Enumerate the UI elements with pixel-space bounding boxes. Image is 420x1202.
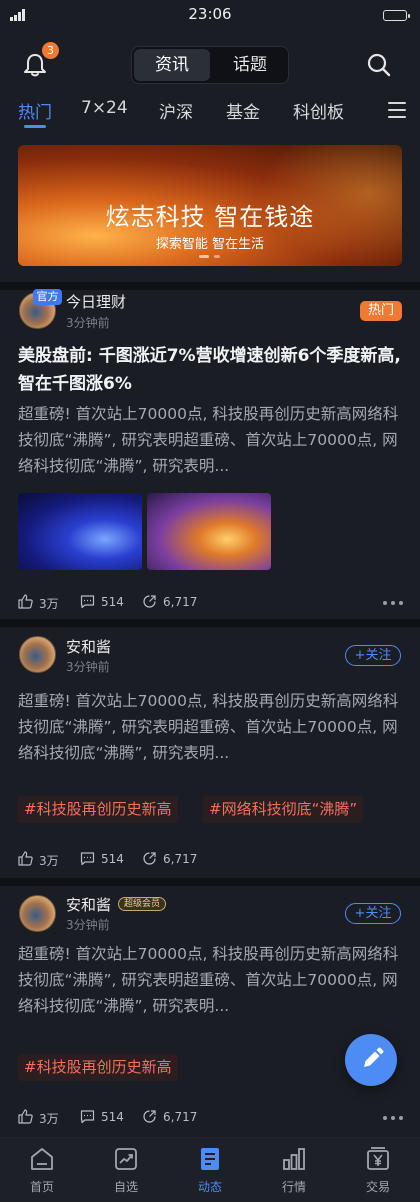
promo-banner[interactable]: 炫志科技 智在钱途 探索智能 智在生活	[18, 145, 402, 266]
category-tab-fund[interactable]: 基金	[226, 98, 260, 123]
banner-subtitle: 探索智能 智在生活	[155, 237, 265, 252]
banner-section: 炫志科技 智在钱途 探索智能 智在生活	[0, 132, 420, 282]
comment-count: 514	[101, 1110, 124, 1124]
author-name[interactable]: 安和酱	[66, 636, 111, 657]
notification-badge: 3	[42, 42, 59, 59]
home-icon	[31, 1148, 53, 1170]
like-icon[interactable]	[18, 594, 33, 609]
vip-badge: 超级会员	[118, 897, 167, 911]
post-body[interactable]: 超重磅! 首次站上70000点, 科技股再创历史新高网络科技彻底“沸腾”, 研究…	[18, 401, 408, 479]
post-time: 3分钟前	[66, 316, 110, 330]
tab-trade[interactable]: 交易	[336, 1138, 420, 1202]
category-tabs: 热门 7×24 沪深 基金 科创板	[0, 90, 420, 132]
share-icon[interactable]	[142, 594, 157, 609]
tab-label: 行情	[281, 1180, 306, 1194]
comment-count: 514	[101, 595, 124, 609]
like-count: 3万	[39, 1112, 59, 1126]
avatar[interactable]	[19, 636, 56, 673]
divider	[0, 282, 420, 290]
comment-icon[interactable]	[80, 1109, 95, 1124]
segment-topics[interactable]: 话题	[212, 49, 288, 81]
author-name[interactable]: 安和酱	[66, 894, 111, 915]
pencil-icon	[364, 1047, 384, 1067]
comment-icon[interactable]	[80, 594, 95, 609]
share-count: 6,717	[163, 595, 198, 609]
post-card[interactable]: 安和酱 3分钟前 +关注 超重磅! 首次站上70000点, 科技股再创历史新高网…	[0, 627, 420, 878]
post-image[interactable]	[147, 493, 271, 570]
tab-market[interactable]: 行情	[252, 1138, 336, 1202]
comment-icon[interactable]	[80, 851, 95, 866]
bar-chart-icon	[283, 1148, 305, 1170]
comment-count: 514	[101, 852, 124, 866]
post-body[interactable]: 超重磅! 首次站上70000点, 科技股再创历史新高网络科技彻底“沸腾”, 研究…	[18, 688, 408, 766]
like-icon[interactable]	[18, 1109, 33, 1124]
hot-badge: 热门	[360, 301, 402, 321]
post-image[interactable]	[18, 493, 142, 570]
compose-button[interactable]	[345, 1034, 397, 1086]
author-name[interactable]: 今日理财	[66, 291, 126, 312]
category-active-indicator	[24, 125, 46, 128]
more-icon[interactable]	[383, 1116, 403, 1122]
bottom-tab-bar: 首页 自选 动态 行情 交易	[0, 1137, 420, 1202]
post-card[interactable]: 官方 今日理财 3分钟前 热门 美股盘前: 千图涨近7%营收增速创新6个季度新高…	[0, 289, 420, 619]
tab-label: 交易	[365, 1180, 390, 1194]
post-time: 3分钟前	[66, 918, 110, 932]
follow-button[interactable]: +关注	[345, 645, 401, 666]
tab-watchlist[interactable]: 自选	[84, 1138, 168, 1202]
segmented-control: 资讯 话题	[131, 46, 289, 84]
tab-home[interactable]: 首页	[0, 1138, 84, 1202]
battery-icon	[383, 10, 410, 21]
feed-icon	[201, 1148, 219, 1170]
like-icon[interactable]	[18, 851, 33, 866]
yen-icon	[367, 1147, 389, 1170]
avatar[interactable]	[19, 895, 56, 932]
like-count: 3万	[39, 854, 59, 868]
category-tab-7x24[interactable]: 7×24	[81, 98, 128, 118]
hashtag[interactable]: #科技股再创历史新高	[18, 796, 178, 823]
share-count: 6,717	[163, 852, 198, 866]
post-headline[interactable]: 美股盘前: 千图涨近7%营收增速创新6个季度新高, 智在千图涨6%	[18, 342, 406, 398]
menu-icon[interactable]	[388, 102, 406, 118]
tab-feed[interactable]: 动态	[168, 1138, 252, 1202]
banner-title: 炫志科技 智在钱途	[105, 203, 315, 231]
post-time: 3分钟前	[66, 660, 110, 674]
category-tab-hot[interactable]: 热门	[18, 98, 52, 123]
banner-dot	[214, 255, 220, 258]
follow-button[interactable]: +关注	[345, 903, 401, 924]
trend-icon	[115, 1148, 137, 1170]
share-icon[interactable]	[142, 1109, 157, 1124]
search-icon[interactable]	[366, 52, 392, 78]
tab-label: 自选	[113, 1180, 138, 1194]
like-count: 3万	[39, 597, 59, 611]
status-bar: 23:06	[0, 0, 420, 30]
post-card[interactable]: 安和酱 超级会员 3分钟前 +关注 超重磅! 首次站上70000点, 科技股再创…	[0, 886, 420, 1137]
share-icon[interactable]	[142, 851, 157, 866]
tab-label: 动态	[197, 1180, 222, 1194]
category-tab-star-market[interactable]: 科创板	[293, 98, 344, 123]
share-count: 6,717	[163, 1110, 198, 1124]
divider	[0, 619, 420, 627]
divider	[0, 878, 420, 886]
post-body[interactable]: 超重磅! 首次站上70000点, 科技股再创历史新高网络科技彻底“沸腾”, 研究…	[18, 941, 408, 1019]
tab-label: 首页	[29, 1180, 54, 1194]
status-time: 23:06	[188, 5, 232, 23]
banner-dot-active	[199, 255, 209, 258]
hashtag[interactable]: #网络科技彻底“沸腾”	[203, 796, 364, 823]
top-nav: 3 资讯 话题	[0, 30, 420, 90]
hashtag[interactable]: #科技股再创历史新高	[18, 1054, 178, 1081]
segment-news[interactable]: 资讯	[134, 49, 210, 81]
category-tab-hushen[interactable]: 沪深	[159, 98, 193, 123]
more-icon[interactable]	[383, 601, 403, 607]
official-tag: 官方	[33, 289, 62, 305]
